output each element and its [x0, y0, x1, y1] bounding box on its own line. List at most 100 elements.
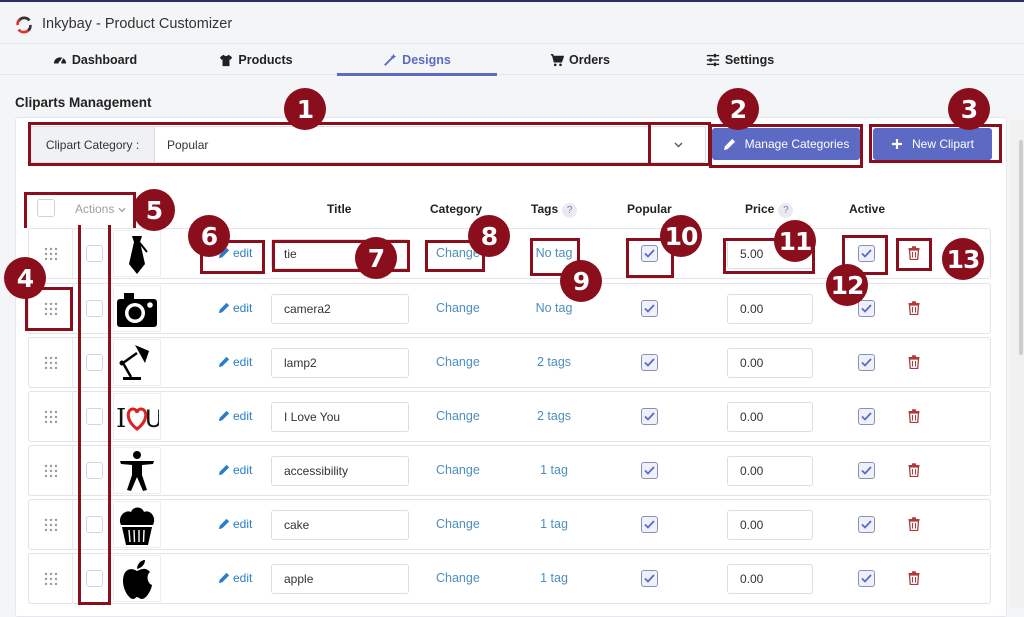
change-category-link[interactable]: Change — [436, 571, 480, 585]
row-select-checkbox[interactable] — [86, 245, 103, 262]
price-input[interactable] — [727, 510, 813, 540]
change-category-link[interactable]: Change — [436, 301, 480, 315]
tab-dashboard[interactable]: Dashboard — [50, 45, 140, 75]
popular-checkbox[interactable] — [641, 516, 658, 533]
active-checkbox[interactable] — [858, 300, 875, 317]
row-select-checkbox[interactable] — [86, 462, 103, 479]
category-dropdown-toggle[interactable] — [650, 126, 706, 163]
clipart-title-input[interactable] — [271, 564, 409, 594]
popular-checkbox[interactable] — [641, 354, 658, 371]
page-title: Cliparts Management — [15, 95, 152, 110]
tags-link[interactable]: 1 tag — [519, 571, 589, 585]
edit-link-label: edit — [233, 355, 253, 369]
drag-handle[interactable] — [29, 446, 73, 495]
edit-link-label: edit — [233, 301, 253, 315]
edit-link-label: edit — [233, 409, 253, 423]
tags-link[interactable]: 1 tag — [519, 517, 589, 531]
drag-handle[interactable] — [29, 500, 73, 549]
change-category-link[interactable]: Change — [436, 409, 480, 423]
active-checkbox[interactable] — [858, 570, 875, 587]
drag-handle[interactable] — [29, 392, 73, 441]
delete-trash-icon[interactable] — [908, 517, 920, 531]
drag-handle[interactable] — [29, 554, 73, 603]
clipart-title-input[interactable] — [271, 348, 409, 378]
edit-link[interactable]: edit — [218, 571, 252, 585]
tags-link[interactable]: 2 tags — [519, 409, 589, 423]
price-input[interactable] — [727, 564, 813, 594]
delete-trash-icon[interactable] — [908, 571, 920, 585]
new-clipart-button[interactable]: New Clipart — [873, 128, 992, 160]
select-all-checkbox[interactable] — [37, 199, 55, 217]
edit-link[interactable]: edit — [218, 463, 252, 477]
clipart-category-label: Clipart Category : — [30, 126, 154, 163]
tags-link[interactable]: No tag — [519, 301, 589, 315]
price-help-icon[interactable]: ? — [778, 203, 794, 218]
row-select-checkbox[interactable] — [86, 300, 103, 317]
row-select-checkbox[interactable] — [86, 408, 103, 425]
row-select-checkbox[interactable] — [86, 570, 103, 587]
checkmark-icon — [861, 520, 872, 529]
edit-link[interactable]: edit — [218, 355, 252, 369]
checkmark-icon — [644, 466, 655, 475]
edit-link[interactable]: edit — [218, 517, 252, 531]
delete-trash-icon[interactable] — [908, 463, 920, 477]
popular-checkbox[interactable] — [641, 245, 658, 262]
edit-link[interactable]: edit — [218, 409, 252, 423]
popular-checkbox[interactable] — [641, 300, 658, 317]
tab-products[interactable]: Products — [216, 45, 296, 75]
clipart-title-input[interactable] — [271, 510, 409, 540]
price-input[interactable] — [727, 348, 813, 378]
tab-designs[interactable]: Designs — [337, 45, 497, 76]
annotation-badge-3: 3 — [948, 88, 990, 130]
column-header-price: Price? — [745, 202, 794, 218]
tab-settings[interactable]: Settings — [700, 45, 780, 75]
dashboard-icon — [53, 57, 66, 64]
delete-trash-icon[interactable] — [908, 355, 920, 369]
price-input[interactable] — [727, 456, 813, 486]
edit-link-label: edit — [233, 246, 253, 260]
drag-grip-icon — [44, 572, 57, 585]
active-checkbox[interactable] — [858, 516, 875, 533]
row-select-checkbox[interactable] — [86, 516, 103, 533]
clipart-category-select[interactable]: Popular — [154, 126, 650, 163]
sliders-icon — [706, 53, 719, 67]
active-checkbox[interactable] — [858, 354, 875, 371]
clipart-thumbnail: IU — [113, 393, 161, 440]
delete-trash-icon[interactable] — [908, 301, 920, 315]
checkmark-icon — [644, 412, 655, 421]
clipart-title-input[interactable] — [271, 456, 409, 486]
price-input[interactable] — [727, 294, 813, 324]
clipart-title-input[interactable] — [271, 294, 409, 324]
popular-checkbox[interactable] — [641, 462, 658, 479]
tags-link[interactable]: 1 tag — [519, 463, 589, 477]
active-checkbox[interactable] — [858, 245, 875, 262]
price-input[interactable] — [727, 402, 813, 432]
clipart-row: IU edit Change 2 tags — [28, 391, 991, 442]
delete-trash-icon[interactable] — [908, 246, 920, 260]
tshirt-icon — [220, 54, 233, 67]
bulk-actions-dropdown[interactable]: Actions — [75, 202, 126, 216]
annotation-badge-4: 4 — [4, 257, 46, 299]
cupcake-icon — [119, 507, 155, 545]
tab-orders[interactable]: Orders — [545, 45, 615, 75]
change-category-link[interactable]: Change — [436, 355, 480, 369]
popular-checkbox[interactable] — [641, 570, 658, 587]
pencil-icon — [218, 464, 230, 476]
drag-handle[interactable] — [29, 338, 73, 387]
popular-checkbox[interactable] — [641, 408, 658, 425]
tags-help-icon[interactable]: ? — [562, 203, 578, 218]
active-checkbox[interactable] — [858, 408, 875, 425]
tags-link[interactable]: No tag — [519, 246, 589, 260]
tags-link[interactable]: 2 tags — [519, 355, 589, 369]
svg-text:I: I — [116, 404, 126, 434]
edit-link[interactable]: edit — [218, 301, 252, 315]
change-category-link[interactable]: Change — [436, 517, 480, 531]
change-category-link[interactable]: Change — [436, 463, 480, 477]
active-checkbox[interactable] — [858, 462, 875, 479]
app-header: Inkybay - Product Customizer — [0, 4, 1024, 44]
page-scrollbar-thumb[interactable] — [1019, 140, 1023, 355]
clipart-title-input[interactable] — [271, 402, 409, 432]
row-select-checkbox[interactable] — [86, 354, 103, 371]
manage-categories-button[interactable]: Manage Categories — [712, 128, 860, 160]
delete-trash-icon[interactable] — [908, 409, 920, 423]
